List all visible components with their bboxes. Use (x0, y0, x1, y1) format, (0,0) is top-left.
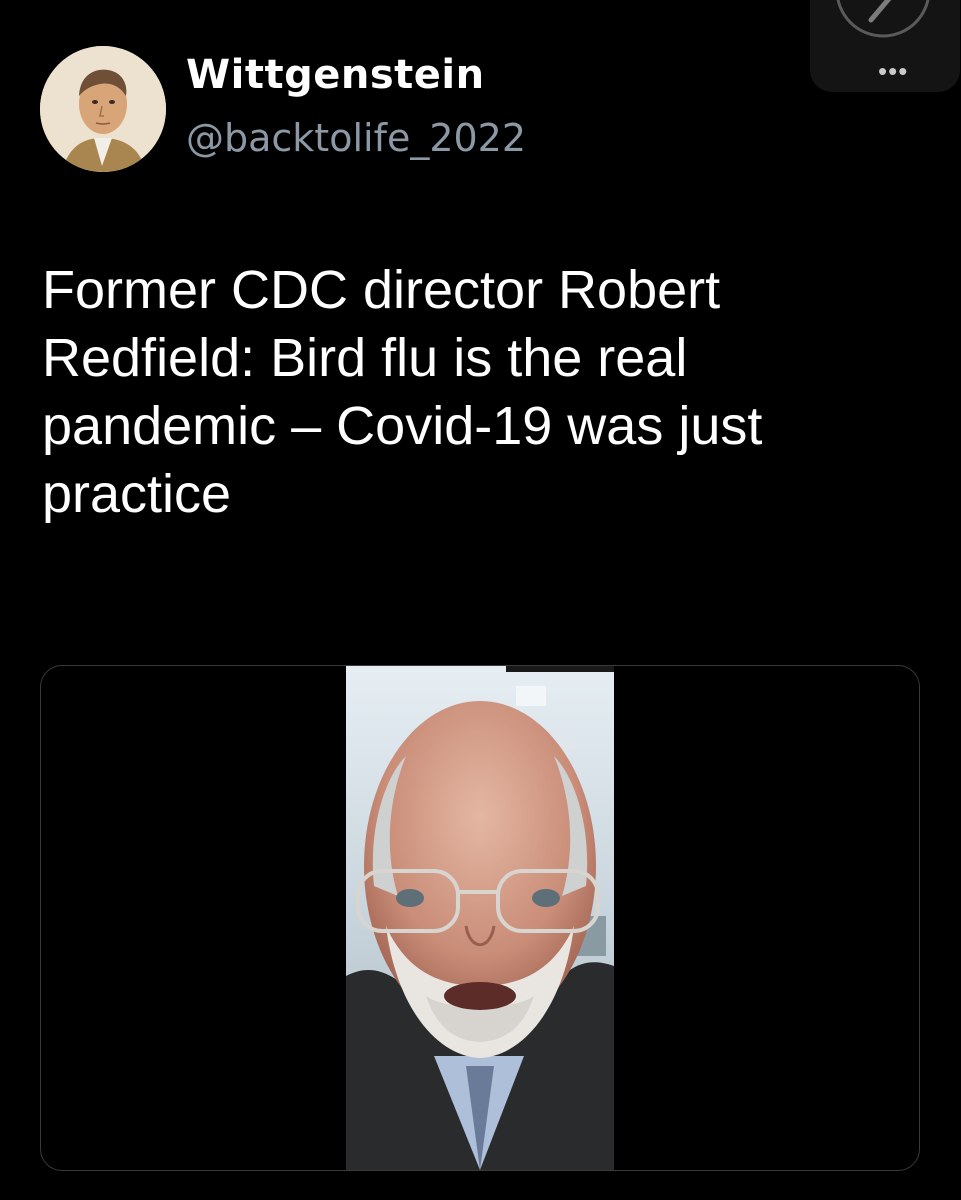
more-options-button[interactable]: ••• (878, 58, 908, 84)
author-avatar[interactable] (40, 46, 166, 172)
tweet-card: ••• Wittgenstein @backtolife_2022 Former… (0, 0, 961, 1200)
portrait-avatar (40, 46, 166, 172)
next-button[interactable] (833, 0, 933, 56)
author-handle[interactable]: @backtolife_2022 (186, 116, 526, 160)
author-name[interactable]: Wittgenstein (186, 52, 485, 98)
video-thumbnail[interactable] (346, 666, 614, 1170)
media-card[interactable] (40, 665, 920, 1171)
chevron-right-icon (836, 0, 930, 38)
tweet-text: Former CDC director Robert Redfield: Bir… (42, 260, 763, 524)
video-thumbnail-image (346, 666, 614, 1170)
